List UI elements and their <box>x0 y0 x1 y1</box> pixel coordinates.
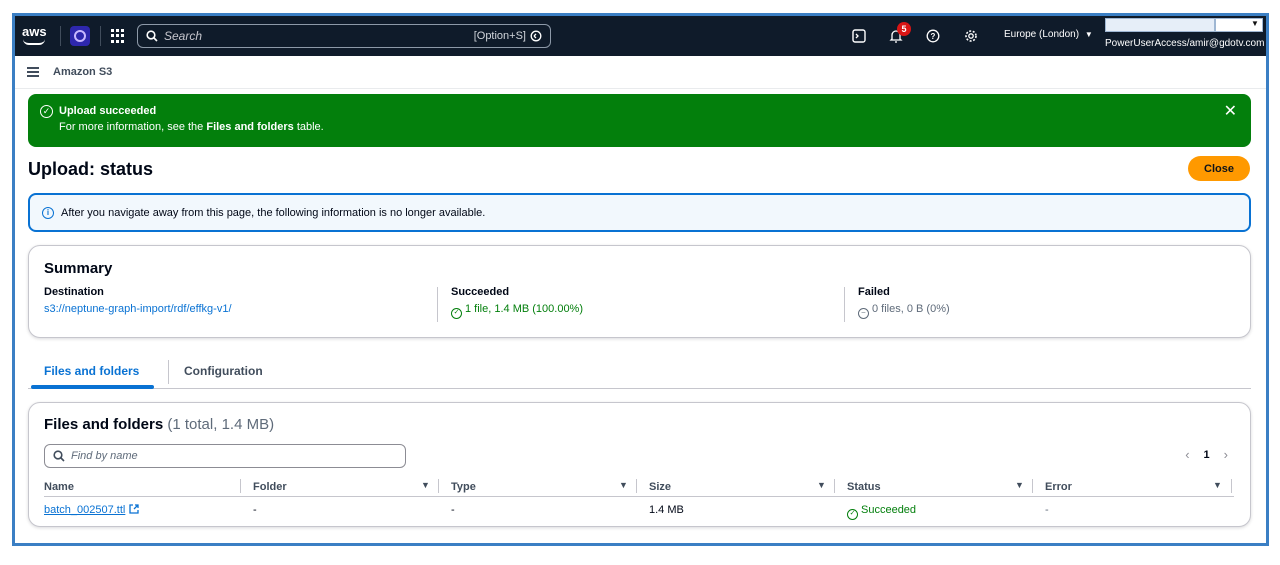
column-error[interactable]: Error <box>1045 481 1072 493</box>
sort-icon[interactable]: ▼ <box>1213 480 1222 490</box>
previous-page-icon[interactable]: ‹ <box>1185 447 1189 462</box>
summary-container: Summary Destination s3://neptune-graph-i… <box>28 245 1251 338</box>
browser-frame: aws Search [Option+S] 5 ? Europe (London… <box>12 13 1269 546</box>
aws-logo[interactable]: aws <box>22 25 48 47</box>
region-label: Europe (London) <box>1004 29 1080 40</box>
success-check-icon: ✓ <box>847 509 858 520</box>
find-placeholder: Find by name <box>71 450 138 462</box>
search-placeholder: Search <box>164 29 203 43</box>
external-link-icon <box>129 504 140 514</box>
menu-hamburger-icon[interactable] <box>27 67 39 77</box>
sort-icon[interactable]: ▼ <box>421 480 430 490</box>
failed-value: 0 files, 0 B (0%) <box>872 303 950 315</box>
svg-text:?: ? <box>931 32 936 41</box>
files-title: Files and folders (1 total, 1.4 MB) <box>44 416 275 433</box>
account-menu[interactable]: ▼ PowerUserAccess/amir@gdotv.com <box>1105 16 1265 56</box>
flash-link: Files and folders <box>206 121 294 133</box>
destination-link[interactable]: s3://neptune-graph-import/rdf/effkg-v1/ <box>44 303 232 315</box>
sort-icon[interactable]: ▼ <box>817 480 826 490</box>
info-icon: i <box>42 207 54 219</box>
files-count: (1 total, 1.4 MB) <box>167 416 275 433</box>
cell-error: - <box>1045 504 1049 516</box>
search-clear-icon[interactable] <box>530 30 542 42</box>
flash-body: For more information, see the Files and … <box>59 121 324 133</box>
service-bar: Amazon S3 <box>15 56 1266 89</box>
summary-destination: Destination s3://neptune-graph-import/rd… <box>44 286 232 315</box>
column-size[interactable]: Size <box>649 481 671 493</box>
cell-folder: - <box>253 504 257 516</box>
close-button[interactable]: Close <box>1188 156 1250 181</box>
table-header: Name Folder ▼ Type ▼ Size ▼ Status ▼ Err… <box>44 479 1234 497</box>
column-type[interactable]: Type <box>451 481 476 493</box>
info-text: After you navigate away from this page, … <box>61 207 486 219</box>
destination-label: Destination <box>44 286 104 298</box>
find-by-name-input[interactable]: Find by name <box>44 444 406 468</box>
notifications-badge: 5 <box>897 22 911 36</box>
close-icon[interactable]: ✕ <box>1224 104 1237 120</box>
sort-icon[interactable]: ▼ <box>1015 480 1024 490</box>
summary-succeeded: Succeeded ✓ 1 file, 1.4 MB (100.00%) <box>451 286 583 319</box>
succeeded-value: 1 file, 1.4 MB (100.00%) <box>465 303 584 315</box>
search-icon <box>146 30 158 42</box>
aws-logo-text: aws <box>22 24 47 39</box>
check-circle-icon: ✓ <box>40 105 53 118</box>
tabs: Files and folders Configuration <box>28 356 1251 389</box>
cell-size: 1.4 MB <box>649 504 684 516</box>
column-status[interactable]: Status <box>847 481 881 493</box>
success-check-icon: ✓ <box>451 308 462 319</box>
region-selector[interactable]: Europe (London) ▼ <box>1004 29 1093 40</box>
file-name-link[interactable]: batch_002507.ttl <box>44 504 140 516</box>
search-shortcut: [Option+S] <box>473 30 526 42</box>
tab-configuration[interactable]: Configuration <box>184 364 263 378</box>
account-caret-icon: ▼ <box>1251 19 1259 28</box>
success-flash: ✓ Upload succeeded For more information,… <box>28 94 1251 147</box>
files-container: Files and folders (1 total, 1.4 MB) Find… <box>28 402 1251 527</box>
app-launcher-icon[interactable] <box>70 26 90 46</box>
search-input[interactable]: Search [Option+S] <box>137 24 551 48</box>
next-page-icon[interactable]: › <box>1224 447 1228 462</box>
chevron-down-icon: ▼ <box>1084 30 1093 39</box>
info-alert: i After you navigate away from this page… <box>28 193 1251 232</box>
flash-title: Upload succeeded <box>59 105 157 117</box>
pagination: ‹ 1 › <box>1185 447 1228 462</box>
help-icon[interactable]: ? <box>925 28 941 44</box>
column-name[interactable]: Name <box>44 481 74 493</box>
page-number[interactable]: 1 <box>1204 449 1210 461</box>
service-title[interactable]: Amazon S3 <box>53 66 112 78</box>
active-tab-indicator <box>31 385 154 389</box>
column-folder[interactable]: Folder <box>253 481 287 493</box>
failed-status-icon: – <box>858 308 869 319</box>
summary-title: Summary <box>44 260 113 277</box>
tab-files-and-folders[interactable]: Files and folders <box>44 364 139 378</box>
top-navigation: aws Search [Option+S] 5 ? Europe (London… <box>15 16 1266 56</box>
settings-gear-icon[interactable] <box>963 28 979 44</box>
cloudshell-icon[interactable] <box>851 28 867 44</box>
services-grid-icon[interactable] <box>111 29 125 43</box>
summary-failed: Failed –0 files, 0 B (0%) <box>858 286 950 319</box>
cell-status: ✓ Succeeded <box>847 504 916 520</box>
succeeded-label: Succeeded <box>451 286 510 298</box>
search-icon <box>53 450 65 462</box>
account-user: PowerUserAccess/amir@gdotv.com <box>1105 38 1265 49</box>
sort-icon[interactable]: ▼ <box>619 480 628 490</box>
page-title: Upload: status <box>28 159 154 179</box>
failed-label: Failed <box>858 286 890 298</box>
cell-type: - <box>451 504 455 516</box>
